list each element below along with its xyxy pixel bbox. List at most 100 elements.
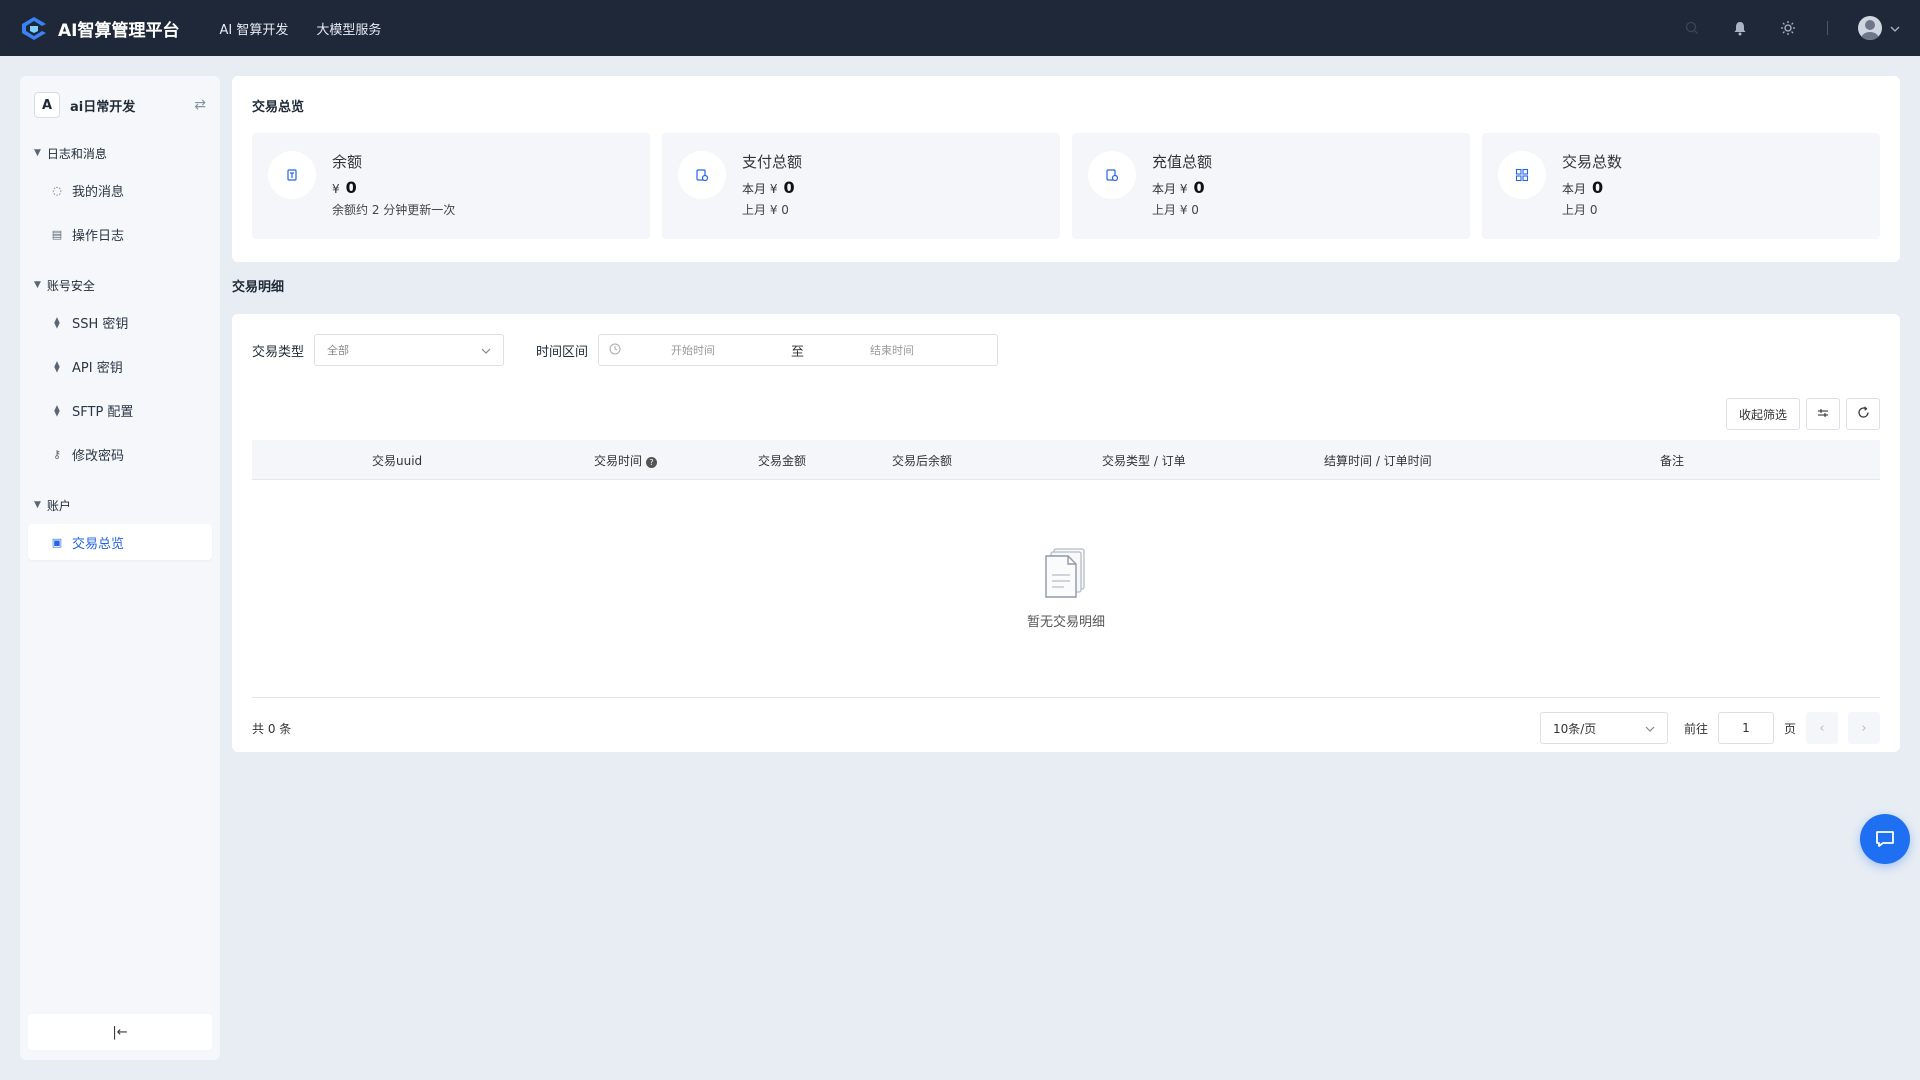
col-amount[interactable]: 交易金额	[758, 452, 806, 469]
nav-ai-dev[interactable]: AI 智算开发	[219, 19, 288, 38]
collapse-filter-button[interactable]: 收起筛选	[1725, 398, 1800, 430]
nav-llm-service[interactable]: 大模型服务	[316, 19, 381, 38]
workspace-name: ai日常开发	[70, 99, 136, 115]
clipboard-icon: ▤	[51, 227, 63, 241]
bell-icon[interactable]	[1731, 19, 1749, 37]
stat-main-value: 0	[345, 178, 357, 197]
stat-sub: 余额约 2 分钟更新一次	[332, 203, 456, 217]
chevron-down-icon: ▼	[34, 280, 41, 290]
switch-workspace-icon[interactable]: ⇄	[194, 97, 206, 113]
chevron-down-icon	[1890, 21, 1900, 36]
stat-main-label: ¥	[332, 182, 340, 196]
col-uuid[interactable]: 交易uuid	[372, 452, 422, 469]
stat-main-value: 0	[783, 178, 795, 197]
sidebar-item-transaction-overview[interactable]: ▣ 交易总览	[28, 524, 212, 560]
sidebar-item-ssh-key[interactable]: ⧫ SSH 密钥	[28, 304, 212, 340]
page-size-select[interactable]: 10条/页	[1539, 712, 1668, 744]
col-type-order[interactable]: 交易类型 / 订单	[1102, 452, 1186, 469]
end-time-input[interactable]: 结束时间	[870, 342, 914, 358]
group-security: ▼ 账号安全 ⧫ SSH 密钥 ⧫ API 密钥 ⧫ SFTP 配置 ⚷ 修改密…	[28, 274, 212, 472]
next-page-button[interactable]: ›	[1848, 712, 1880, 744]
stat-payment-total: 支付总额 本月 ¥ 0 上月 ¥ 0	[662, 133, 1060, 239]
chat-icon	[1876, 831, 1894, 847]
chevron-down-icon: ▼	[34, 148, 41, 158]
group-title-account[interactable]: ▼ 账户	[28, 494, 212, 516]
receipt-icon: ▣	[51, 535, 63, 549]
sidebar-item-operation-log[interactable]: ▤ 操作日志	[28, 216, 212, 252]
col-balance-after[interactable]: 交易后余额	[892, 452, 952, 469]
empty-document-icon	[1045, 548, 1085, 598]
column-settings-button[interactable]	[1806, 398, 1840, 430]
col-settle-order-time[interactable]: 结算时间 / 订单时间	[1324, 452, 1432, 469]
chat-support-button[interactable]	[1860, 814, 1910, 864]
prev-page-button[interactable]: ‹	[1806, 712, 1838, 744]
key-icon: ⧫	[54, 315, 60, 329]
key-icon: ⧫	[54, 359, 60, 373]
stat-sub: 上月 0	[1562, 203, 1598, 217]
chevron-down-icon	[481, 344, 491, 357]
range-separator: 至	[791, 344, 805, 360]
col-time[interactable]: 交易时间?	[594, 452, 658, 469]
app-title: AI智算管理平台	[58, 20, 180, 41]
detail-section-title: 交易明细	[232, 280, 285, 295]
wallet-icon	[268, 151, 316, 199]
sidebar-item-messages[interactable]: ◌ 我的消息	[28, 172, 212, 208]
top-nav: AI 智算开发 大模型服务	[219, 19, 381, 38]
chevron-down-icon: ▼	[34, 500, 41, 510]
stat-sub: 上月 ¥ 0	[742, 203, 789, 217]
table-header: 交易uuid 交易时间? 交易金额 交易后余额 交易类型 / 订单 结算时间 /…	[252, 440, 1880, 480]
stat-name: 支付总额	[742, 153, 803, 171]
stat-main-label: 本月 ¥	[1152, 182, 1188, 196]
start-time-input[interactable]: 开始时间	[671, 342, 791, 358]
stat-sub: 上月 ¥ 0	[1152, 203, 1199, 217]
logo-icon	[22, 17, 46, 40]
stat-main-label: 本月	[1562, 182, 1587, 196]
key-icon: ⧫	[54, 403, 60, 417]
workspace-header: A ai日常开发 ⇄	[28, 90, 212, 120]
group-title-logs[interactable]: ▼ 日志和消息	[28, 142, 212, 164]
sidebar-item-api-key[interactable]: ⧫ API 密钥	[28, 348, 212, 384]
avatar	[1858, 16, 1882, 40]
payment-icon	[678, 151, 726, 199]
stat-name: 充值总额	[1152, 153, 1213, 171]
password-key-icon: ⚷	[52, 447, 62, 461]
message-icon: ◌	[52, 183, 62, 197]
workspace-badge: A	[34, 92, 60, 118]
group-account: ▼ 账户 ▣ 交易总览	[28, 494, 212, 560]
top-right-tools	[1683, 16, 1900, 40]
sidebar-item-change-password[interactable]: ⚷ 修改密码	[28, 436, 212, 472]
help-icon[interactable]: ?	[646, 457, 658, 468]
goto-label: 前往	[1683, 721, 1708, 736]
stat-main-value: 0	[1193, 178, 1205, 197]
top-bar: AI智算管理平台 AI 智算开发 大模型服务	[0, 0, 1920, 56]
stat-recharge-total: 充值总额 本月 ¥ 0 上月 ¥ 0	[1072, 133, 1470, 239]
stat-name: 余额	[332, 153, 363, 171]
sliders-icon	[1817, 407, 1829, 422]
empty-state: 暂无交易明细	[252, 480, 1880, 698]
chevron-right-icon: ›	[1861, 720, 1867, 736]
page-number-input[interactable]: 1	[1717, 712, 1774, 744]
refresh-icon	[1857, 406, 1870, 422]
sidebar-item-sftp-config[interactable]: ⧫ SFTP 配置	[28, 392, 212, 428]
col-remark[interactable]: 备注	[1660, 452, 1684, 469]
chevron-left-icon: ‹	[1819, 720, 1825, 736]
divider	[1827, 21, 1828, 35]
refresh-button[interactable]	[1846, 398, 1880, 430]
filter-bar: 交易类型 全部 时间区间 开始时间 至 结束时间	[252, 334, 1880, 366]
type-filter-label: 交易类型	[252, 344, 305, 360]
collapse-sidebar-button[interactable]: |←	[28, 1014, 212, 1050]
user-menu[interactable]	[1858, 16, 1900, 40]
transaction-type-select[interactable]: 全部	[314, 334, 505, 366]
chevron-down-icon	[1645, 721, 1655, 735]
transaction-overview-card: 交易总览 余额 ¥0 余额约 2 分钟更新一次 支付总额 本月 ¥0 上月 ¥ …	[232, 76, 1900, 262]
app-logo[interactable]: AI智算管理平台	[20, 15, 179, 41]
stat-name: 交易总数	[1562, 153, 1623, 171]
theme-sun-icon[interactable]	[1779, 19, 1797, 37]
stat-main-value: 0	[1592, 178, 1604, 197]
date-range-picker[interactable]: 开始时间 至 结束时间	[598, 334, 999, 366]
table-actions: 收起筛选	[252, 398, 1880, 430]
group-title-security[interactable]: ▼ 账号安全	[28, 274, 212, 296]
stat-balance: 余额 ¥0 余额约 2 分钟更新一次	[252, 133, 650, 239]
search-icon[interactable]	[1683, 19, 1701, 37]
stat-transaction-count: 交易总数 本月 0 上月 0	[1482, 133, 1880, 239]
